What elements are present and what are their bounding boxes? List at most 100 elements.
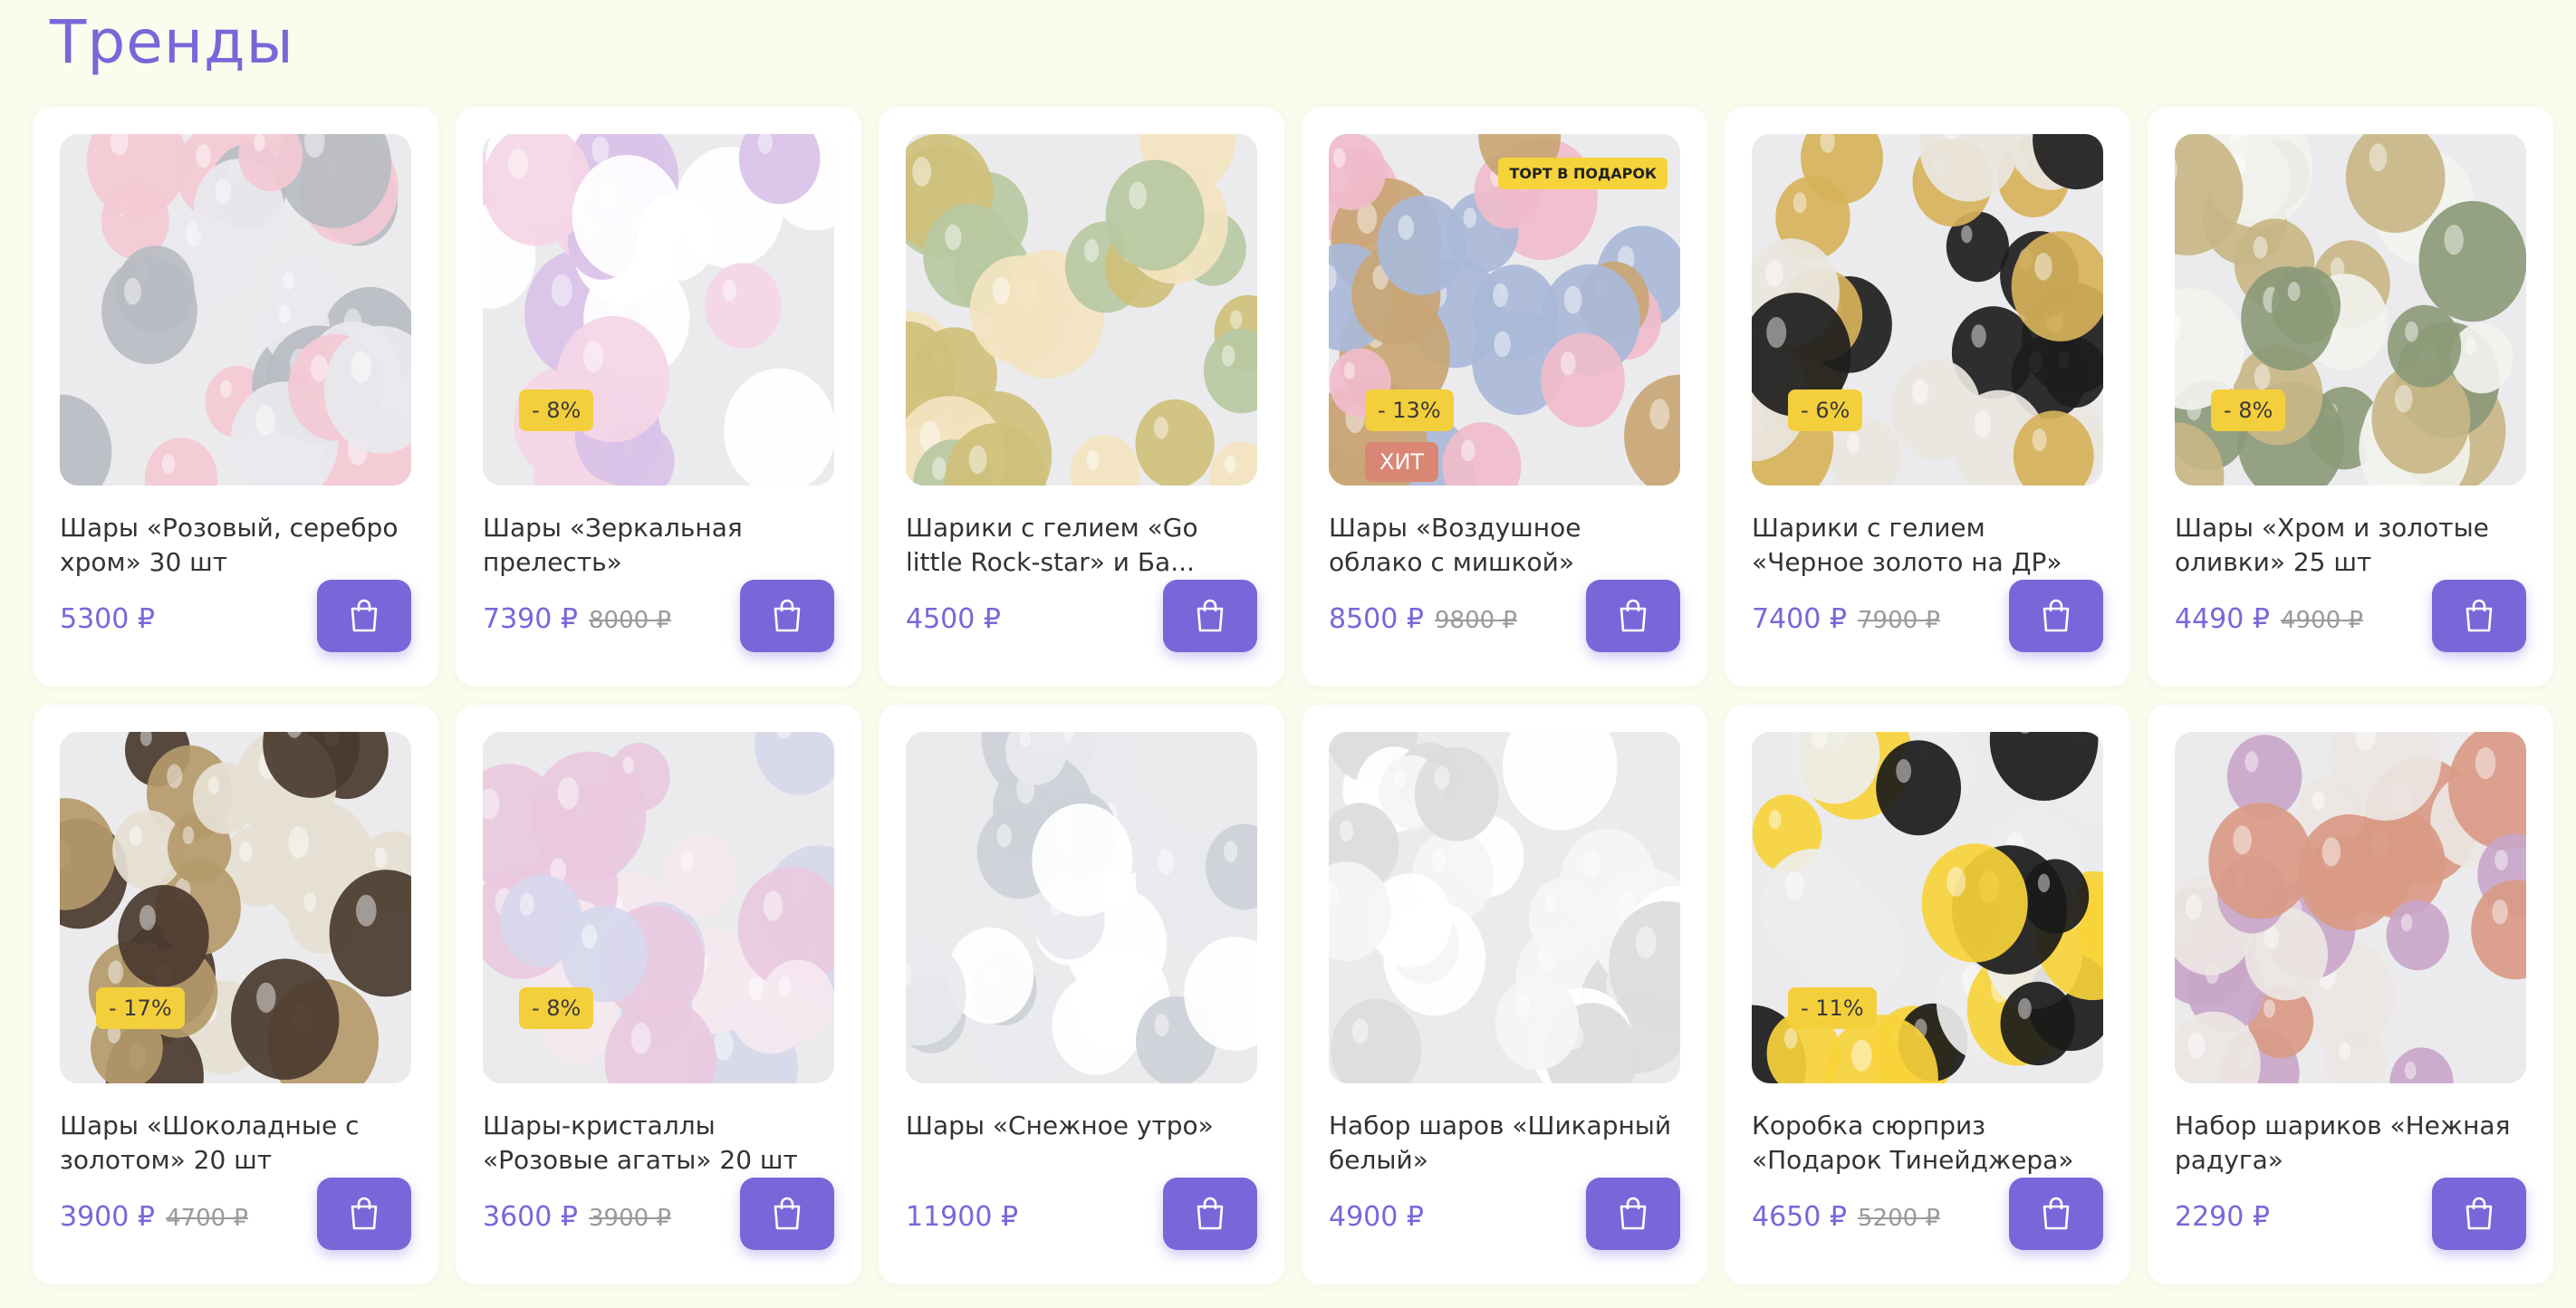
product-card[interactable]: - 8% Шары-кристаллы «Розовые агаты» 20 шт… bbox=[456, 705, 861, 1284]
add-to-cart-button[interactable] bbox=[1163, 1178, 1257, 1250]
product-name[interactable]: Шары «Хром и золотые оливки» 25 шт bbox=[2175, 511, 2528, 580]
price: 3600 ₽ bbox=[483, 1201, 578, 1233]
add-to-cart-button[interactable] bbox=[740, 580, 834, 652]
product-image[interactable]: - 6% bbox=[1752, 134, 2103, 486]
product-name[interactable]: Набор шариков «Нежная радуга» bbox=[2175, 1109, 2528, 1178]
discount-badge: - 17% bbox=[96, 987, 185, 1029]
product-name[interactable]: Шары «Воздушное облако с мишкой» bbox=[1329, 511, 1682, 580]
product-card[interactable]: - 6% Шарики с гелием «Черное золото на ДР… bbox=[1725, 107, 2130, 687]
shopping-bag-icon bbox=[1197, 599, 1224, 632]
old-price: 5200 ₽ bbox=[1857, 1205, 1940, 1232]
product-card[interactable]: - 11% Коробка сюрприз «Подарок Тинейджера… bbox=[1725, 705, 2130, 1284]
product-card[interactable]: - 8% Шары «Хром и золотые оливки» 25 шт 44… bbox=[2148, 107, 2553, 687]
product-name[interactable]: Шары «Снежное утро» bbox=[906, 1109, 1259, 1143]
price: 5300 ₽ bbox=[60, 603, 155, 635]
price: 7390 ₽ bbox=[483, 603, 578, 635]
add-to-cart-button[interactable] bbox=[2009, 1178, 2103, 1250]
add-to-cart-button[interactable] bbox=[2432, 1178, 2526, 1250]
product-image[interactable]: ТОРТ В ПОДАРОК - 13% ХИТ bbox=[1329, 134, 1680, 486]
product-image[interactable] bbox=[1329, 732, 1680, 1083]
discount-badge: - 6% bbox=[1788, 390, 1863, 431]
promo-badge: ТОРТ В ПОДАРОК bbox=[1498, 158, 1668, 189]
discount-badge: - 8% bbox=[2211, 390, 2286, 431]
shopping-bag-icon bbox=[2043, 599, 2070, 632]
shopping-bag-icon bbox=[774, 599, 801, 632]
price: 2290 ₽ bbox=[2175, 1201, 2270, 1233]
price-row: 4650 ₽ 5200 ₽ bbox=[1752, 1201, 1940, 1233]
add-to-cart-button[interactable] bbox=[317, 580, 411, 652]
old-price: 8000 ₽ bbox=[588, 607, 671, 634]
price-row: 7390 ₽ 8000 ₽ bbox=[483, 603, 671, 635]
product-image[interactable]: - 8% bbox=[483, 732, 834, 1083]
add-to-cart-button[interactable] bbox=[740, 1178, 834, 1250]
shopping-bag-icon bbox=[1620, 1197, 1647, 1230]
add-to-cart-button[interactable] bbox=[317, 1178, 411, 1250]
price-row: 5300 ₽ bbox=[60, 603, 155, 635]
product-image[interactable]: - 17% bbox=[60, 732, 411, 1083]
product-card[interactable]: ТОРТ В ПОДАРОК - 13% ХИТ Шары «Воздушное об… bbox=[1302, 107, 1707, 687]
product-image[interactable] bbox=[906, 732, 1257, 1083]
price: 8500 ₽ bbox=[1329, 603, 1424, 635]
add-to-cart-button[interactable] bbox=[2009, 580, 2103, 652]
add-to-cart-button[interactable] bbox=[2432, 580, 2526, 652]
price: 4650 ₽ bbox=[1752, 1201, 1847, 1233]
price-row: 4900 ₽ bbox=[1329, 1201, 1424, 1233]
shopping-bag-icon bbox=[2465, 1197, 2493, 1230]
product-card[interactable]: Шарики с гелием «Go little Rock-star» и … bbox=[879, 107, 1284, 687]
price-row: 3900 ₽ 4700 ₽ bbox=[60, 1201, 248, 1233]
price: 3900 ₽ bbox=[60, 1201, 155, 1233]
old-price: 4700 ₽ bbox=[165, 1205, 248, 1232]
product-name[interactable]: Шары «Зеркальная прелесть» bbox=[483, 511, 836, 580]
product-card[interactable]: Шары «Снежное утро» 11900 ₽ bbox=[879, 705, 1284, 1284]
shopping-bag-icon bbox=[2043, 1197, 2070, 1230]
add-to-cart-button[interactable] bbox=[1586, 580, 1680, 652]
shopping-bag-icon bbox=[351, 1197, 378, 1230]
product-image[interactable]: - 8% bbox=[483, 134, 834, 486]
price: 4900 ₽ bbox=[1329, 1201, 1424, 1233]
shopping-bag-icon bbox=[2465, 599, 2493, 632]
price-row: 4500 ₽ bbox=[906, 603, 1001, 635]
shopping-bag-icon bbox=[774, 1197, 801, 1230]
product-card[interactable]: - 17% Шары «Шоколадные с золотом» 20 шт 39… bbox=[33, 705, 438, 1284]
section-title: Тренды bbox=[50, 7, 294, 77]
price: 4490 ₽ bbox=[2175, 603, 2270, 635]
product-name[interactable]: Шарики с гелием «Черное золото на ДР» bbox=[1752, 511, 2105, 580]
product-grid: Шары «Розовый, серебро хром» 30 шт 5300 ₽… bbox=[33, 107, 2553, 1284]
price: 11900 ₽ bbox=[906, 1201, 1019, 1233]
old-price: 7900 ₽ bbox=[1857, 607, 1940, 634]
product-image[interactable] bbox=[60, 134, 411, 486]
discount-badge: - 13% bbox=[1365, 390, 1454, 431]
discount-badge: - 8% bbox=[519, 390, 594, 431]
product-card[interactable]: Набор шариков «Нежная радуга» 2290 ₽ bbox=[2148, 705, 2553, 1284]
product-image[interactable] bbox=[2175, 732, 2526, 1083]
product-name[interactable]: Шарики с гелием «Go little Rock-star» и … bbox=[906, 511, 1259, 580]
shopping-bag-icon bbox=[1620, 599, 1647, 632]
old-price: 4900 ₽ bbox=[2280, 607, 2363, 634]
price-row: 2290 ₽ bbox=[2175, 1201, 2270, 1233]
product-card[interactable]: Шары «Розовый, серебро хром» 30 шт 5300 ₽ bbox=[33, 107, 438, 687]
shopping-bag-icon bbox=[1197, 1197, 1224, 1230]
price-row: 11900 ₽ bbox=[906, 1201, 1018, 1233]
product-name[interactable]: Шары «Розовый, серебро хром» 30 шт bbox=[60, 511, 413, 580]
old-price: 9800 ₽ bbox=[1434, 607, 1517, 634]
hit-badge: ХИТ bbox=[1365, 442, 1439, 482]
product-card[interactable]: - 8% Шары «Зеркальная прелесть» 7390 ₽ 8000… bbox=[456, 107, 861, 687]
product-name[interactable]: Набор шаров «Шикарный белый» bbox=[1329, 1109, 1682, 1178]
price-row: 7400 ₽ 7900 ₽ bbox=[1752, 603, 1940, 635]
product-name[interactable]: Коробка сюрприз «Подарок Тинейджера» bbox=[1752, 1109, 2105, 1178]
product-image[interactable]: - 11% bbox=[1752, 732, 2103, 1083]
page: Тренды Шары «Розовый, серебро хром» 30 ш… bbox=[0, 0, 2576, 1308]
product-name[interactable]: Шары «Шоколадные с золотом» 20 шт bbox=[60, 1109, 413, 1178]
old-price: 3900 ₽ bbox=[588, 1205, 671, 1232]
price-row: 8500 ₽ 9800 ₽ bbox=[1329, 603, 1517, 635]
product-image[interactable]: - 8% bbox=[2175, 134, 2526, 486]
product-card[interactable]: Набор шаров «Шикарный белый» 4900 ₽ bbox=[1302, 705, 1707, 1284]
product-image[interactable] bbox=[906, 134, 1257, 486]
shopping-bag-icon bbox=[351, 599, 378, 632]
product-name[interactable]: Шары-кристаллы «Розовые агаты» 20 шт bbox=[483, 1109, 836, 1178]
discount-badge: - 8% bbox=[519, 987, 594, 1029]
add-to-cart-button[interactable] bbox=[1163, 580, 1257, 652]
price: 7400 ₽ bbox=[1752, 603, 1847, 635]
add-to-cart-button[interactable] bbox=[1586, 1178, 1680, 1250]
price: 4500 ₽ bbox=[906, 603, 1001, 635]
